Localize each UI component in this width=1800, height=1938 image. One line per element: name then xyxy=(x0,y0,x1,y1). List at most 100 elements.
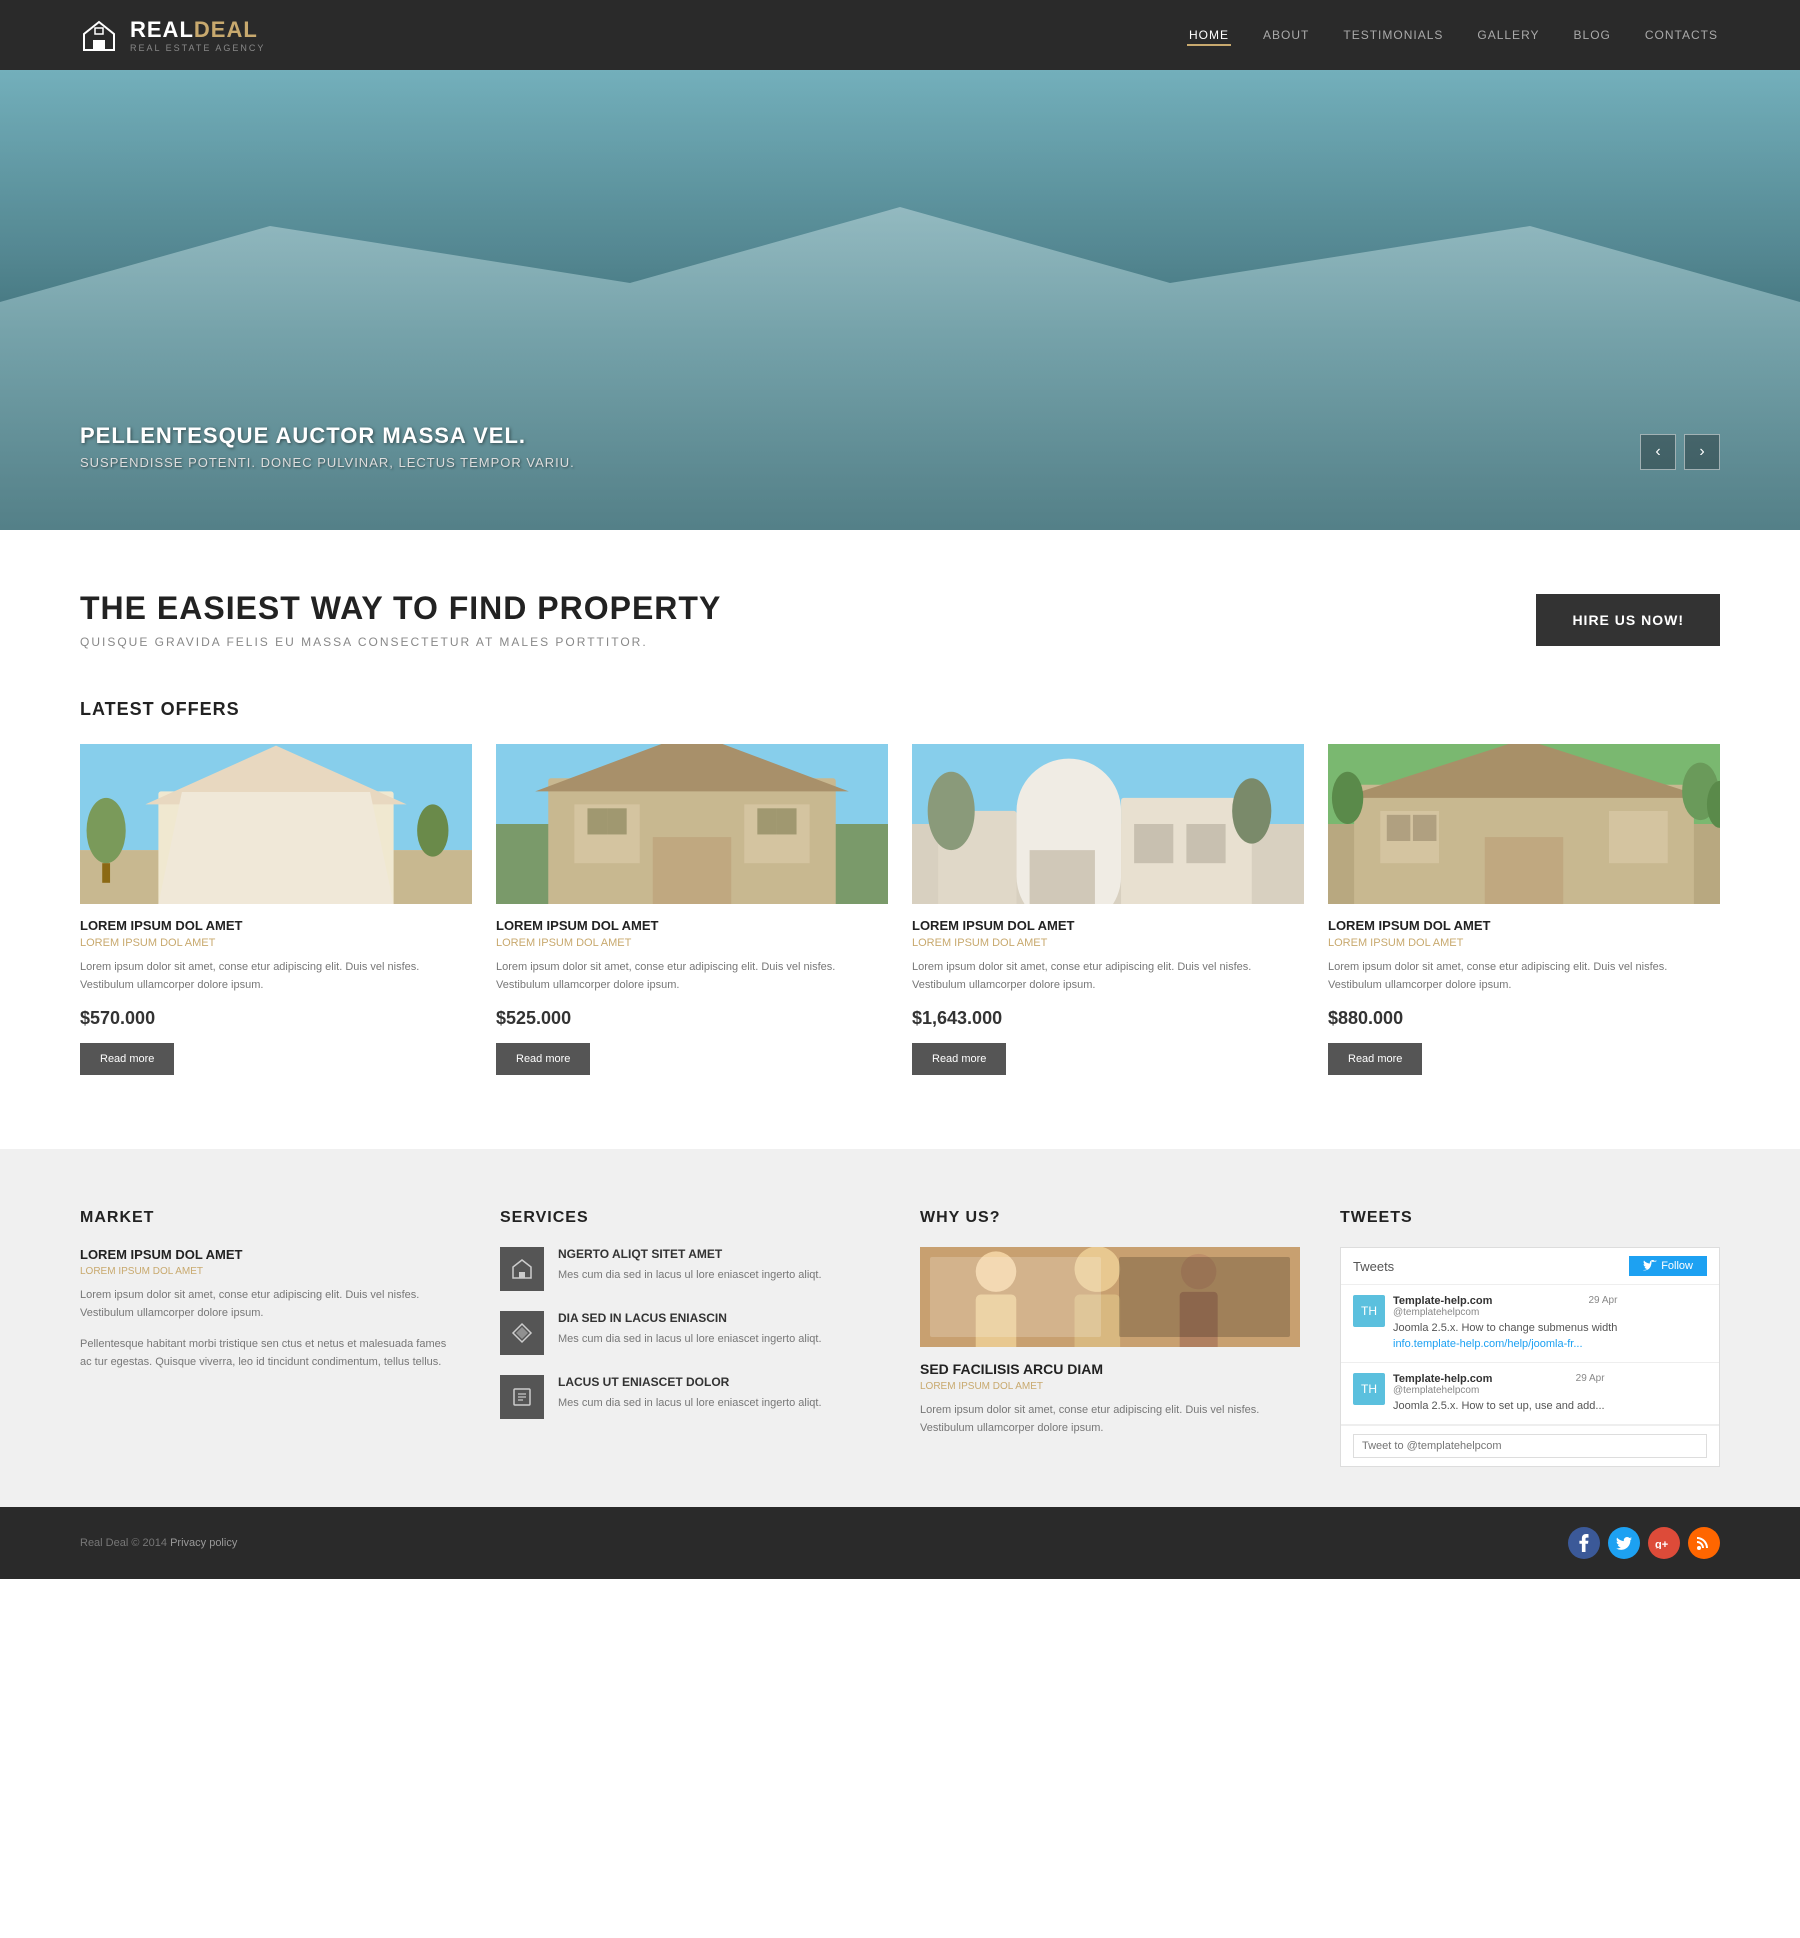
service-desc-1: Mes cum dia sed in lacus ul lore eniasce… xyxy=(558,1267,822,1284)
offer-image-2 xyxy=(496,744,888,904)
rss-icon xyxy=(1697,1536,1711,1550)
whyus-title: WHY US? xyxy=(920,1209,1300,1227)
read-more-button-2[interactable]: Read more xyxy=(496,1043,590,1075)
services-title: SERVICES xyxy=(500,1209,880,1227)
market-title: MARKET xyxy=(80,1209,460,1227)
read-more-button-3[interactable]: Read more xyxy=(912,1043,1006,1075)
headline-text: THE EASIEST WAY TO FIND PROPERTY QUISQUE… xyxy=(80,590,721,649)
service-icon-1 xyxy=(500,1247,544,1291)
service-title-3: LACUS UT ENIASCET DOLOR xyxy=(558,1375,822,1389)
read-more-button-4[interactable]: Read more xyxy=(1328,1043,1422,1075)
tweet-content-2: Template-help.com 29 Apr @templatehelpco… xyxy=(1393,1373,1605,1414)
offer-card-body-1: LOREM IPSUM DOL AMET LOREM IPSUM DOL AME… xyxy=(80,904,472,1089)
tweet-content-1: Template-help.com 29 Apr @templatehelpco… xyxy=(1393,1295,1617,1352)
nav-home[interactable]: HOME xyxy=(1187,24,1231,46)
hero-navigation: ‹ › xyxy=(1640,434,1720,470)
twitter-button[interactable] xyxy=(1608,1527,1640,1559)
offer-title-1: LOREM IPSUM DOL AMET xyxy=(80,918,472,933)
bottom-grid: MARKET LOREM IPSUM DOL AMET LOREM IPSUM … xyxy=(80,1209,1720,1467)
twitter-icon xyxy=(1616,1537,1632,1550)
nav-about[interactable]: ABOUT xyxy=(1261,24,1311,46)
hire-us-button[interactable]: HIRE US NOW! xyxy=(1536,594,1720,646)
twitter-follow-button[interactable]: Follow xyxy=(1629,1256,1707,1276)
tweets-title: TWEETS xyxy=(1340,1209,1720,1227)
latest-offers-section: LATEST OFFERS xyxy=(80,699,1720,1089)
tweet-date-1: 29 Apr xyxy=(1588,1295,1617,1306)
googleplus-button[interactable]: g+ xyxy=(1648,1527,1680,1559)
offer-image-4 xyxy=(1328,744,1720,904)
tweet-author-1: Template-help.com xyxy=(1393,1295,1492,1307)
bottom-section: MARKET LOREM IPSUM DOL AMET LOREM IPSUM … xyxy=(0,1149,1800,1507)
footer-copyright: Real Deal © 2014 Privacy policy xyxy=(80,1537,237,1549)
offer-image-3 xyxy=(912,744,1304,904)
offer-title-2: LOREM IPSUM DOL AMET xyxy=(496,918,888,933)
facebook-button[interactable] xyxy=(1568,1527,1600,1559)
tweets-widget-header: Tweets Follow xyxy=(1341,1248,1719,1285)
market-item-title: LOREM IPSUM DOL AMET xyxy=(80,1247,460,1262)
tweet-handle-2: @templatehelpcom xyxy=(1393,1385,1605,1396)
service-title-2: DIA SED IN LACUS ENIASCIN xyxy=(558,1311,822,1325)
offer-desc-4: Lorem ipsum dolor sit amet, conse etur a… xyxy=(1328,959,1720,994)
offer-card-body-2: LOREM IPSUM DOL AMET LOREM IPSUM DOL AME… xyxy=(496,904,888,1089)
offer-price-3: $1,643.000 xyxy=(912,1008,1304,1029)
service-title-1: NGERTO ALIQT SITET AMET xyxy=(558,1247,822,1261)
googleplus-icon: g+ xyxy=(1655,1537,1673,1549)
service-text-1: NGERTO ALIQT SITET AMET Mes cum dia sed … xyxy=(558,1247,822,1284)
tweet-input-row xyxy=(1341,1425,1719,1466)
nav-contacts[interactable]: CONTACTS xyxy=(1643,24,1720,46)
market-desc-1: Lorem ipsum dolor sit amet, conse etur a… xyxy=(80,1287,460,1322)
services-column: SERVICES NGERTO ALIQT SITET AMET Mes cum… xyxy=(500,1209,880,1467)
service-icon-2 xyxy=(500,1311,544,1355)
offer-card-3: LOREM IPSUM DOL AMET LOREM IPSUM DOL AME… xyxy=(912,744,1304,1089)
hero-subtitle: SUSPENDISSE POTENTI. DONEC PULVINAR, LEC… xyxy=(80,455,575,470)
service-desc-3: Mes cum dia sed in lacus ul lore eniasce… xyxy=(558,1395,822,1412)
hero-prev-button[interactable]: ‹ xyxy=(1640,434,1676,470)
rss-button[interactable] xyxy=(1688,1527,1720,1559)
tweets-widget-label: Tweets xyxy=(1353,1259,1394,1274)
offer-subtitle-3: LOREM IPSUM DOL AMET xyxy=(912,937,1304,949)
facebook-icon xyxy=(1579,1534,1589,1552)
service-item-2: DIA SED IN LACUS ENIASCIN Mes cum dia se… xyxy=(500,1311,880,1355)
logo: REALDEAL REAL ESTATE AGENCY xyxy=(80,16,265,54)
tweet-avatar-1: TH xyxy=(1353,1295,1385,1327)
nav-blog[interactable]: BLOG xyxy=(1572,24,1613,46)
logo-text: REALDEAL REAL ESTATE AGENCY xyxy=(130,17,265,53)
hero-text: PELLENTESQUE AUCTOR MASSA VEL. SUSPENDIS… xyxy=(80,423,575,470)
market-desc-2: Pellentesque habitant morbi tristique se… xyxy=(80,1336,460,1371)
service-text-2: DIA SED IN LACUS ENIASCIN Mes cum dia se… xyxy=(558,1311,822,1348)
offer-desc-3: Lorem ipsum dolor sit amet, conse etur a… xyxy=(912,959,1304,994)
service-item-1: NGERTO ALIQT SITET AMET Mes cum dia sed … xyxy=(500,1247,880,1291)
offer-card-1: LOREM IPSUM DOL AMET LOREM IPSUM DOL AME… xyxy=(80,744,472,1089)
offer-title-3: LOREM IPSUM DOL AMET xyxy=(912,918,1304,933)
read-more-button-1[interactable]: Read more xyxy=(80,1043,174,1075)
offer-price-4: $880.000 xyxy=(1328,1008,1720,1029)
service-desc-2: Mes cum dia sed in lacus ul lore eniasce… xyxy=(558,1331,822,1348)
offer-card-4: LOREM IPSUM DOL AMET LOREM IPSUM DOL AME… xyxy=(1328,744,1720,1089)
offer-desc-2: Lorem ipsum dolor sit amet, conse etur a… xyxy=(496,959,888,994)
tweet-author-2: Template-help.com xyxy=(1393,1373,1492,1385)
service-item-3: LACUS UT ENIASCET DOLOR Mes cum dia sed … xyxy=(500,1375,880,1419)
tweet-text-2: Joomla 2.5.x. How to set up, use and add… xyxy=(1393,1399,1605,1414)
offer-price-2: $525.000 xyxy=(496,1008,888,1029)
tweet-input[interactable] xyxy=(1353,1434,1707,1458)
offer-card-body-3: LOREM IPSUM DOL AMET LOREM IPSUM DOL AME… xyxy=(912,904,1304,1089)
whyus-item-subtitle: LOREM IPSUM DOL AMET xyxy=(920,1381,1300,1392)
offer-price-1: $570.000 xyxy=(80,1008,472,1029)
hero-next-button[interactable]: › xyxy=(1684,434,1720,470)
nav-gallery[interactable]: GALLERY xyxy=(1475,24,1541,46)
market-column: MARKET LOREM IPSUM DOL AMET LOREM IPSUM … xyxy=(80,1209,460,1467)
footer-social: g+ xyxy=(1568,1527,1720,1559)
privacy-policy-link[interactable]: Privacy policy xyxy=(170,1537,237,1549)
offer-card-body-4: LOREM IPSUM DOL AMET LOREM IPSUM DOL AME… xyxy=(1328,904,1720,1089)
tweet-avatar-2: TH xyxy=(1353,1373,1385,1405)
tweet-link-1[interactable]: info.template-help.com/help/joomla-fr... xyxy=(1393,1338,1583,1350)
offer-subtitle-2: LOREM IPSUM DOL AMET xyxy=(496,937,888,949)
nav-testimonials[interactable]: TESTIMONIALS xyxy=(1341,24,1445,46)
tweet-date-2: 29 Apr xyxy=(1576,1373,1605,1384)
main-nav: HOME ABOUT TESTIMONIALS GALLERY BLOG CON… xyxy=(1187,24,1720,46)
twitter-bird-icon xyxy=(1643,1260,1657,1272)
tweet-item-1: TH Template-help.com 29 Apr @templatehel… xyxy=(1341,1285,1719,1363)
site-footer: Real Deal © 2014 Privacy policy g+ xyxy=(0,1507,1800,1579)
offer-subtitle-1: LOREM IPSUM DOL AMET xyxy=(80,937,472,949)
latest-offers-title: LATEST OFFERS xyxy=(80,699,1720,720)
